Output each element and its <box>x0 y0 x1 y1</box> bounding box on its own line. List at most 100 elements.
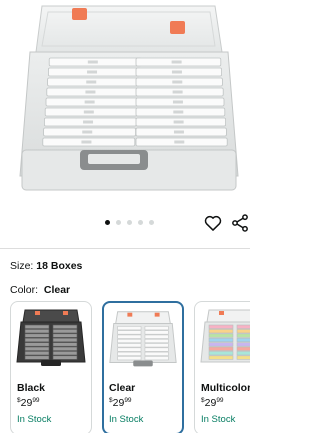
mini-photo-box <box>144 338 169 344</box>
color-variant-list: Black $2999 In Stock Clear $2999 In Stoc… <box>10 301 250 433</box>
mini-photo-box <box>144 356 169 361</box>
carousel-dot[interactable] <box>138 220 143 225</box>
size-row: Size: 18 Boxes <box>10 259 82 273</box>
photo-box-tab <box>84 100 95 104</box>
photo-box-tab <box>172 80 183 84</box>
variant-stock-status: In Stock <box>109 414 144 425</box>
mini-photo-box <box>24 355 50 360</box>
variant-thumbnail <box>200 309 250 363</box>
photo-box-tab <box>83 120 94 124</box>
mini-photo-box <box>144 330 169 335</box>
product-image[interactable] <box>0 0 250 205</box>
variant-card-black[interactable]: Black $2999 In Stock <box>10 301 92 433</box>
size-label: Size: <box>10 260 34 272</box>
mini-photo-box <box>52 351 78 356</box>
mini-photo-box <box>144 347 169 352</box>
mini-photo-box <box>24 346 50 351</box>
mini-photo-box <box>144 343 169 348</box>
mini-photo-box <box>52 337 78 343</box>
mini-photo-box <box>236 351 250 356</box>
latch-right <box>170 21 185 34</box>
mini-photo-box <box>117 326 142 331</box>
photo-box-tab <box>81 140 92 144</box>
mini-photo-box <box>117 347 142 352</box>
variant-card-multicolor[interactable]: Multicolor $2999 In Stock <box>194 301 250 433</box>
mini-photo-box <box>52 329 78 334</box>
mini-photo-box <box>24 337 50 343</box>
mini-photo-box <box>24 342 50 347</box>
mini-photo-box <box>52 342 78 347</box>
variant-stock-status: In Stock <box>201 414 236 425</box>
variant-name: Black <box>17 382 46 394</box>
mini-photo-box <box>117 334 142 339</box>
photo-box-tab <box>172 100 183 104</box>
mini-photo-box <box>236 346 250 351</box>
mini-photo-box <box>208 342 234 347</box>
variant-price: $2999 <box>109 397 132 409</box>
carousel-dot[interactable] <box>116 220 121 225</box>
mini-photo-box <box>52 346 78 351</box>
mini-photo-box <box>24 351 50 356</box>
mini-photo-box <box>24 333 50 338</box>
mini-photo-box <box>208 355 234 360</box>
variant-thumbnail <box>16 309 86 366</box>
variant-price: $2999 <box>17 397 40 409</box>
photo-box-tab <box>171 60 182 64</box>
photo-box-tab <box>86 80 97 84</box>
mini-photo-box <box>144 351 169 356</box>
mini-photo-box <box>236 324 250 329</box>
mini-photo-box <box>208 333 234 338</box>
color-value: Clear <box>43 284 71 296</box>
mini-photo-box <box>24 324 50 329</box>
size-value: 18 Boxes <box>36 260 83 272</box>
photo-box-tab <box>83 110 94 114</box>
variant-stock-status: In Stock <box>17 414 52 425</box>
variant-name: Multicolor <box>201 382 250 394</box>
photo-box-tab <box>171 70 182 74</box>
photo-box-tab <box>87 70 98 74</box>
mini-photo-box <box>208 351 234 356</box>
photo-box-tab <box>174 140 185 144</box>
mini-photo-box <box>117 330 142 335</box>
mini-photo-box <box>52 355 78 360</box>
photo-box-tab <box>87 60 98 64</box>
section-divider <box>0 248 250 249</box>
photo-box-tab <box>172 90 183 94</box>
mini-photo-box <box>236 355 250 360</box>
mini-photo-box <box>117 343 142 348</box>
mini-photo-box <box>236 333 250 338</box>
photo-box-tab <box>173 120 184 124</box>
share-icon[interactable] <box>230 213 250 233</box>
variant-card-clear[interactable]: Clear $2999 In Stock <box>102 301 184 433</box>
variant-thumbnail <box>109 311 177 367</box>
carousel-dot[interactable] <box>149 220 154 225</box>
mini-photo-box <box>144 334 169 339</box>
mini-photo-box <box>52 324 78 329</box>
mini-photo-box <box>236 329 250 334</box>
latch-left <box>72 8 87 20</box>
carousel-dot[interactable] <box>127 220 132 225</box>
mini-photo-box <box>144 326 169 331</box>
mini-photo-box <box>208 329 234 334</box>
color-row: Color: Clear <box>10 283 70 297</box>
photo-box-tab <box>82 130 93 134</box>
mini-photo-box <box>236 337 250 343</box>
mini-photo-box <box>236 342 250 347</box>
photo-box-tab <box>85 90 96 94</box>
image-carousel-dots <box>105 220 154 225</box>
photo-box-tab <box>173 110 184 114</box>
variant-name: Clear <box>109 382 136 394</box>
mini-photo-box <box>117 351 142 356</box>
carousel-dot[interactable] <box>105 220 110 225</box>
mini-photo-box <box>208 324 234 329</box>
mini-photo-box <box>208 337 234 343</box>
mini-photo-box <box>117 338 142 344</box>
mini-photo-box <box>208 346 234 351</box>
color-label: Color: <box>10 284 39 296</box>
mini-photo-box <box>117 356 142 361</box>
variant-price: $2999 <box>201 397 224 409</box>
mini-photo-box <box>24 329 50 334</box>
mini-photo-box <box>52 333 78 338</box>
heart-icon[interactable] <box>203 213 223 233</box>
photo-box-tab <box>173 130 184 134</box>
